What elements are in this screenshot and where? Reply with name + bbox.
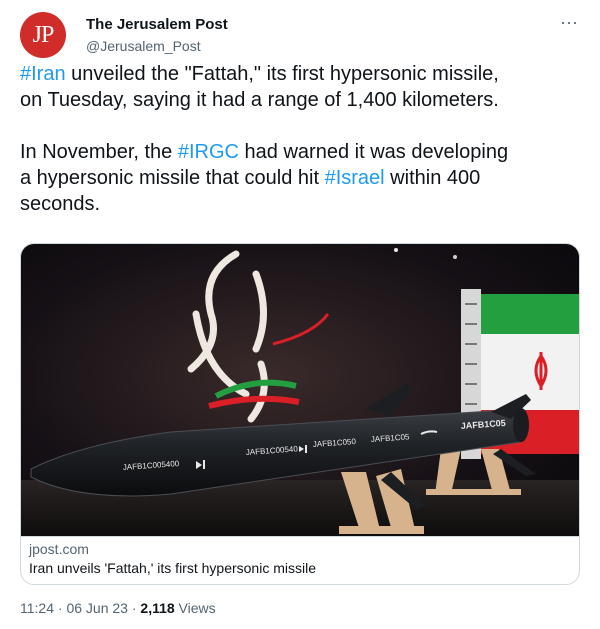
tweet-text-part: unveiled the "Fattah," its first hyperso… — [20, 63, 499, 111]
separator: · — [54, 600, 67, 616]
hashtag-israel[interactable]: #Israel — [325, 167, 385, 189]
author-name[interactable]: The Jerusalem Post — [86, 16, 228, 33]
hashtag-irgc[interactable]: #IRGC — [178, 141, 239, 163]
tweet-text: #Iran unveiled the "Fattah," its first h… — [20, 61, 585, 217]
card-image[interactable]: JAFB1C005400 JAFB1C00540 JAFB1C050 JAFB1… — [21, 244, 579, 536]
views-label: Views — [174, 600, 216, 616]
author-handle[interactable]: @Jerusalem_Post — [86, 38, 201, 54]
hashtag-iran[interactable]: #Iran — [20, 63, 66, 85]
separator: · — [127, 600, 141, 616]
card-domain[interactable]: jpost.com — [29, 541, 89, 557]
link-card[interactable]: JAFB1C005400 JAFB1C00540 JAFB1C050 JAFB1… — [20, 243, 580, 585]
tweet-header: JP The Jerusalem Post @Jerusalem_Post ··… — [20, 12, 585, 60]
author-avatar[interactable]: JP — [20, 12, 66, 58]
tweet-footer: 11:24 · 06 Jun 23 · 2,118 Views — [20, 600, 216, 616]
tweet-time[interactable]: 11:24 — [20, 600, 54, 616]
tweet-text-part: In November, the — [20, 141, 178, 163]
tweet-date[interactable]: 06 Jun 23 — [66, 600, 128, 616]
more-options-icon[interactable]: ··· — [559, 13, 579, 35]
card-title[interactable]: Iran unveils 'Fattah,' its first hyperso… — [29, 560, 316, 576]
card-meta: jpost.com Iran unveils 'Fattah,' its fir… — [21, 536, 579, 584]
views-count[interactable]: 2,118 — [140, 600, 174, 616]
